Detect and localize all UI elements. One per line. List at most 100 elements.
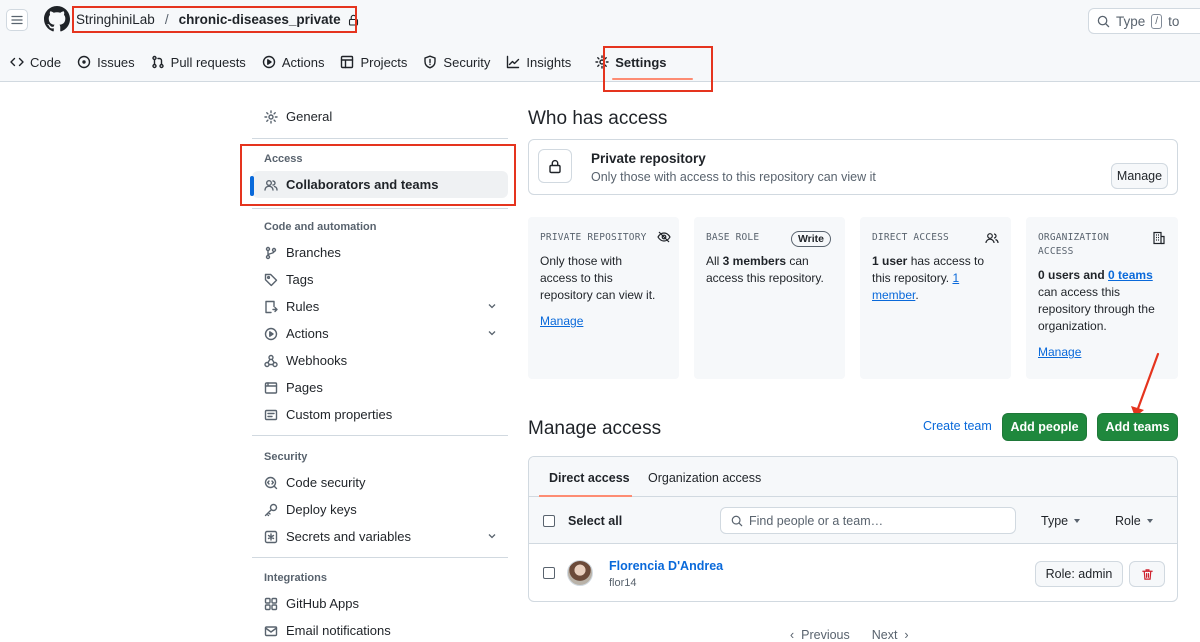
visibility-icon-box xyxy=(538,149,572,183)
previous-page-button[interactable]: ‹ Previous xyxy=(790,628,850,642)
card-text-line: access to this xyxy=(540,271,613,285)
search-suffix: to xyxy=(1168,13,1180,29)
type-filter-dropdown[interactable]: Type xyxy=(1041,514,1081,528)
sidebar-item-actions[interactable]: Actions xyxy=(252,320,508,347)
sidebar-item-secrets[interactable]: Secrets and variables xyxy=(252,523,508,550)
sidebar-item-webhooks[interactable]: Webhooks xyxy=(252,347,508,374)
who-has-access-heading: Who has access xyxy=(528,108,668,129)
member-login: flor14 xyxy=(609,577,637,589)
tab-pull-requests-label: Pull requests xyxy=(170,54,246,70)
active-tab-indicator xyxy=(612,78,693,80)
sidebar-item-label: Tags xyxy=(286,272,314,287)
add-teams-button[interactable]: Add teams xyxy=(1097,413,1178,441)
manage-private-link[interactable]: Manage xyxy=(540,314,583,328)
repo-name-link[interactable]: chronic-diseases_private xyxy=(179,12,341,27)
next-page-button[interactable]: Next › xyxy=(872,628,909,642)
sidebar-divider xyxy=(252,138,508,139)
sidebar-divider xyxy=(252,557,508,558)
tab-projects[interactable]: Projects xyxy=(332,48,415,76)
role-filter-dropdown[interactable]: Role xyxy=(1115,514,1153,528)
sidebar-item-label: GitHub Apps xyxy=(286,596,359,611)
avatar[interactable] xyxy=(567,560,593,586)
card-title: PRIVATE REPOSITORY xyxy=(540,232,647,243)
chevron-down-icon[interactable] xyxy=(486,300,498,312)
mail-icon xyxy=(264,625,278,636)
tab-actions[interactable]: Actions xyxy=(254,48,333,76)
sidebar-item-custom-properties[interactable]: Custom properties xyxy=(252,401,508,428)
card-text-line: organization. xyxy=(1038,319,1107,333)
gear-icon xyxy=(264,109,278,124)
sidebar-item-tags[interactable]: Tags xyxy=(252,266,508,293)
tab-pull-requests[interactable]: Pull requests xyxy=(143,48,254,76)
app-header: StringhiniLab / chronic-diseases_private… xyxy=(0,0,1200,82)
sidebar-section-integrations: Integrations xyxy=(264,572,327,584)
sidebar-active-indicator xyxy=(250,176,254,196)
table-row: Florencia D'Andrea flor14 Role: admin xyxy=(529,544,1177,601)
chevron-down-icon[interactable] xyxy=(486,327,498,339)
tab-direct-access[interactable]: Direct access xyxy=(549,471,630,485)
sidebar-item-label: Webhooks xyxy=(286,353,348,368)
member-name-link[interactable]: Florencia D'Andrea xyxy=(609,559,723,573)
remove-member-button[interactable] xyxy=(1129,561,1165,587)
tab-projects-label: Projects xyxy=(360,54,408,70)
sidebar-item-pages[interactable]: Pages xyxy=(252,374,508,401)
role-select-button[interactable]: Role: admin xyxy=(1035,561,1123,587)
tab-security[interactable]: Security xyxy=(415,48,498,76)
table-icon xyxy=(341,55,354,69)
sidebar-item-email-notifications[interactable]: Email notifications xyxy=(252,617,508,642)
visibility-description: Only those with access to this repositor… xyxy=(591,170,876,184)
card-text-line: can access this xyxy=(1038,285,1121,299)
rules-icon xyxy=(265,300,278,313)
tab-security-label: Security xyxy=(443,54,491,70)
tab-settings[interactable]: Settings xyxy=(587,48,674,76)
tab-issues[interactable]: Issues xyxy=(69,48,143,76)
sidebar-item-github-apps[interactable]: GitHub Apps xyxy=(252,590,508,617)
tab-organization-access[interactable]: Organization access xyxy=(648,471,761,485)
note-icon xyxy=(264,409,278,420)
sidebar-item-general[interactable]: General xyxy=(252,103,508,130)
tab-actions-label: Actions xyxy=(281,54,325,70)
card-text-line: All 3 members can xyxy=(706,253,833,270)
find-people-input[interactable]: Find people or a team… xyxy=(720,507,1016,534)
organization-icon xyxy=(1153,231,1165,245)
shield-icon xyxy=(424,55,437,69)
menu-button[interactable] xyxy=(6,9,28,31)
breadcrumb-separator: / xyxy=(164,12,169,27)
text-fragment: and xyxy=(1080,268,1109,282)
sidebar-item-label: Email notifications xyxy=(286,623,391,638)
select-all-checkbox[interactable] xyxy=(543,515,555,527)
search-input[interactable]: Type / to xyxy=(1088,8,1200,34)
member-checkbox[interactable] xyxy=(543,567,555,579)
manage-org-link[interactable]: Manage xyxy=(1038,345,1081,359)
sidebar-section-access: Access xyxy=(264,153,303,165)
sidebar-item-branches[interactable]: Branches xyxy=(252,239,508,266)
sidebar-item-label: Deploy keys xyxy=(286,502,357,517)
find-people-placeholder: Find people or a team… xyxy=(749,513,884,528)
caret-down-icon xyxy=(1146,519,1153,523)
lock-icon xyxy=(348,14,358,26)
tab-insights[interactable]: Insights xyxy=(498,48,579,76)
create-team-link[interactable]: Create team xyxy=(923,419,992,433)
trash-icon xyxy=(1141,568,1153,580)
previous-label: Previous xyxy=(801,628,850,642)
breadcrumb: StringhiniLab / chronic-diseases_private xyxy=(76,9,359,30)
sidebar-item-rules[interactable]: Rules xyxy=(252,293,508,320)
github-logo-icon[interactable] xyxy=(44,6,70,32)
chevron-down-icon[interactable] xyxy=(486,530,498,542)
tab-code[interactable]: Code xyxy=(0,48,69,76)
sidebar-item-label: Branches xyxy=(286,245,341,260)
sidebar-item-code-security[interactable]: Code security xyxy=(252,469,508,496)
sidebar-item-collaborators[interactable]: Collaborators and teams xyxy=(252,171,508,198)
search-icon xyxy=(1097,15,1110,27)
member-link[interactable]: member xyxy=(872,288,915,302)
org-teams-link[interactable]: 0 teams xyxy=(1108,268,1153,282)
add-people-button[interactable]: Add people xyxy=(1002,413,1087,441)
owner-link[interactable]: StringhiniLab xyxy=(76,12,155,27)
member-count-link[interactable]: 1 xyxy=(952,271,959,285)
text-fragment: has access to xyxy=(907,254,985,268)
manage-visibility-button[interactable]: Manage xyxy=(1111,163,1168,189)
base-role-card: BASE ROLE Write All 3 members can access… xyxy=(694,217,845,379)
sidebar-item-deploy-keys[interactable]: Deploy keys xyxy=(252,496,508,523)
hamburger-icon xyxy=(11,15,23,25)
card-text-line: this repository. 1 xyxy=(872,270,999,287)
